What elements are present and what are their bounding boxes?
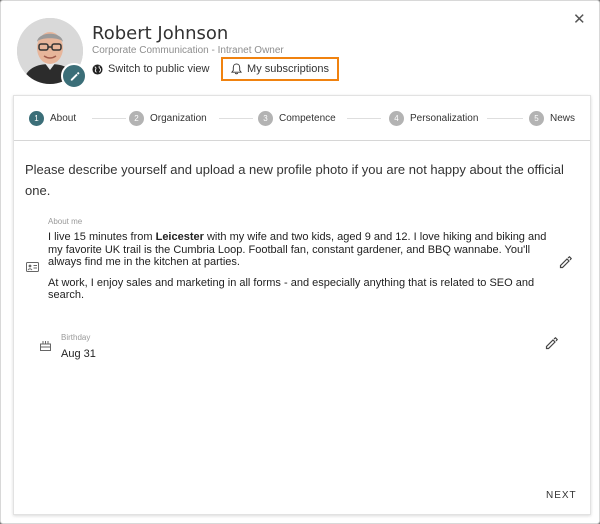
step-number: 2: [129, 110, 144, 126]
edit-photo-button[interactable]: [61, 63, 87, 89]
step-label: About: [50, 112, 77, 124]
step-number: 3: [258, 110, 273, 126]
edit-about-button[interactable]: [559, 255, 573, 274]
user-role: Corporate Communication - Intranet Owner: [92, 45, 284, 56]
birthday-value: Aug 31: [61, 348, 96, 360]
step-news[interactable]: 5 News: [529, 110, 575, 126]
switch-to-public-view-link[interactable]: Switch to public view: [92, 62, 210, 76]
pencil-icon: [70, 71, 80, 81]
step-divider: [92, 118, 126, 119]
step-number: 4: [389, 110, 404, 126]
cake-icon: [40, 338, 51, 356]
about-me-paragraph: I live 15 minutes from Leicester with my…: [48, 231, 556, 269]
edit-birthday-button[interactable]: [545, 336, 559, 355]
step-number: 1: [29, 110, 44, 126]
close-button[interactable]: ✕: [573, 11, 586, 27]
about-text-part: I live 15 minutes from: [48, 231, 156, 243]
step-label: News: [550, 112, 576, 124]
step-personalization[interactable]: 4 Personalization: [389, 110, 478, 126]
step-label: Personalization: [410, 112, 479, 124]
about-me-text: I live 15 minutes from Leicester with my…: [48, 231, 556, 310]
step-divider: [219, 118, 253, 119]
user-name: Robert Johnson: [92, 23, 229, 44]
my-subscriptions-label: My subscriptions: [247, 63, 329, 75]
wizard-steps: 1 About 2 Organization 3 Competence 4 Pe…: [14, 96, 590, 141]
pencil-icon: [545, 336, 559, 350]
wizard-card: 1 About 2 Organization 3 Competence 4 Pe…: [13, 95, 591, 515]
close-icon: ✕: [573, 10, 586, 28]
about-text-bold: Leicester: [155, 231, 204, 243]
switch-to-public-view-label: Switch to public view: [108, 63, 210, 75]
step-label: Competence: [279, 112, 336, 124]
globe-icon: [92, 63, 103, 75]
profile-dialog: Robert Johnson Corporate Communication -…: [0, 0, 600, 524]
step-organization[interactable]: 2 Organization: [129, 110, 207, 126]
step-about[interactable]: 1 About: [29, 110, 76, 126]
intro-text: Please describe yourself and upload a ne…: [25, 162, 564, 198]
step-label: Organization: [150, 112, 207, 124]
step-competence[interactable]: 3 Competence: [258, 110, 336, 126]
id-card-icon: [26, 259, 39, 277]
step-number: 5: [529, 110, 544, 126]
about-me-paragraph: At work, I enjoy sales and marketing in …: [48, 276, 535, 302]
my-subscriptions-button[interactable]: My subscriptions: [221, 57, 339, 81]
bell-icon: [231, 63, 243, 75]
about-me-label: About me: [48, 217, 83, 226]
step-divider: [347, 118, 381, 119]
next-button[interactable]: NEXT: [546, 490, 577, 501]
step-divider: [487, 118, 523, 119]
pencil-icon: [559, 255, 573, 269]
birthday-label: Birthday: [61, 333, 91, 342]
